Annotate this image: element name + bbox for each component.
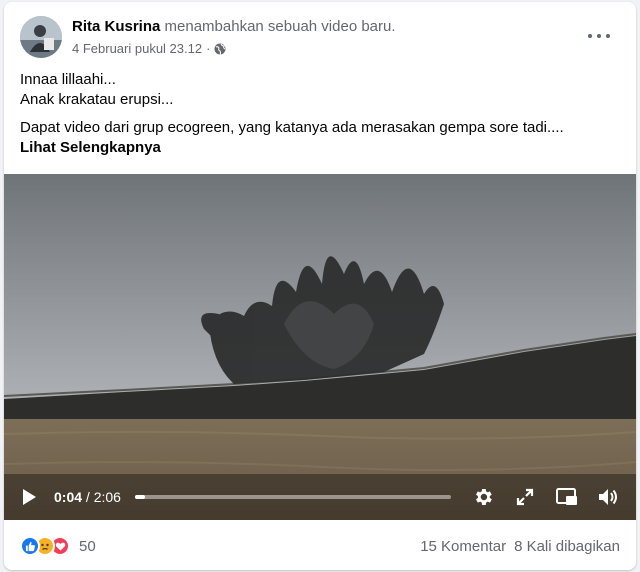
video-frame [4, 174, 636, 520]
progress-fill [134, 495, 146, 499]
video-controls: 0:04 / 2:06 [4, 474, 636, 520]
post-header: Rita Kusrina menambahkan sebuah video ba… [20, 14, 624, 60]
post-meta: 4 Februari pukul 23.12 · [72, 41, 226, 56]
duration: 2:06 [93, 489, 121, 505]
like-reaction-icon [20, 536, 40, 556]
comments-count[interactable]: 15 Komentar [420, 538, 506, 555]
author-name[interactable]: Rita Kusrina [72, 18, 160, 35]
post-card: Rita Kusrina menambahkan sebuah video ba… [4, 2, 636, 570]
shares-count[interactable]: 8 Kali dibagikan [514, 538, 620, 555]
post-action: menambahkan sebuah video baru. [164, 18, 396, 35]
post-line: Innaa lillaahi... [20, 71, 116, 88]
post-line: Dapat video dari grup ecogreen, yang kat… [20, 119, 564, 136]
post-text: Innaa lillaahi... Anak krakatau erupsi..… [20, 70, 620, 158]
play-icon[interactable] [20, 488, 38, 506]
volume-icon[interactable] [597, 485, 621, 509]
video-time: 0:04 / 2:06 [54, 489, 121, 505]
avatar[interactable] [20, 16, 62, 58]
post-line: Anak krakatau erupsi... [20, 91, 174, 108]
globe-icon[interactable] [214, 43, 226, 55]
see-more-link[interactable]: Lihat Selengkapnya [20, 139, 161, 156]
more-options-icon[interactable] [588, 28, 610, 44]
settings-gear-icon[interactable] [471, 485, 495, 509]
video-player[interactable]: 0:04 / 2:06 [4, 174, 636, 520]
fullscreen-expand-icon[interactable] [513, 485, 537, 509]
post-footer: 50 15 Komentar 8 Kali dibagikan [20, 534, 620, 558]
current-time: 0:04 [54, 489, 83, 505]
author-line: Rita Kusrina menambahkan sebuah video ba… [72, 18, 396, 35]
engagement-stats: 15 Komentar 8 Kali dibagikan [420, 538, 620, 555]
progress-bar[interactable] [134, 495, 451, 499]
post-timestamp[interactable]: 4 Februari pukul 23.12 [72, 41, 202, 56]
reactions-summary[interactable]: 50 [20, 536, 96, 556]
reaction-count[interactable]: 50 [79, 538, 96, 555]
picture-in-picture-icon[interactable] [555, 485, 579, 509]
